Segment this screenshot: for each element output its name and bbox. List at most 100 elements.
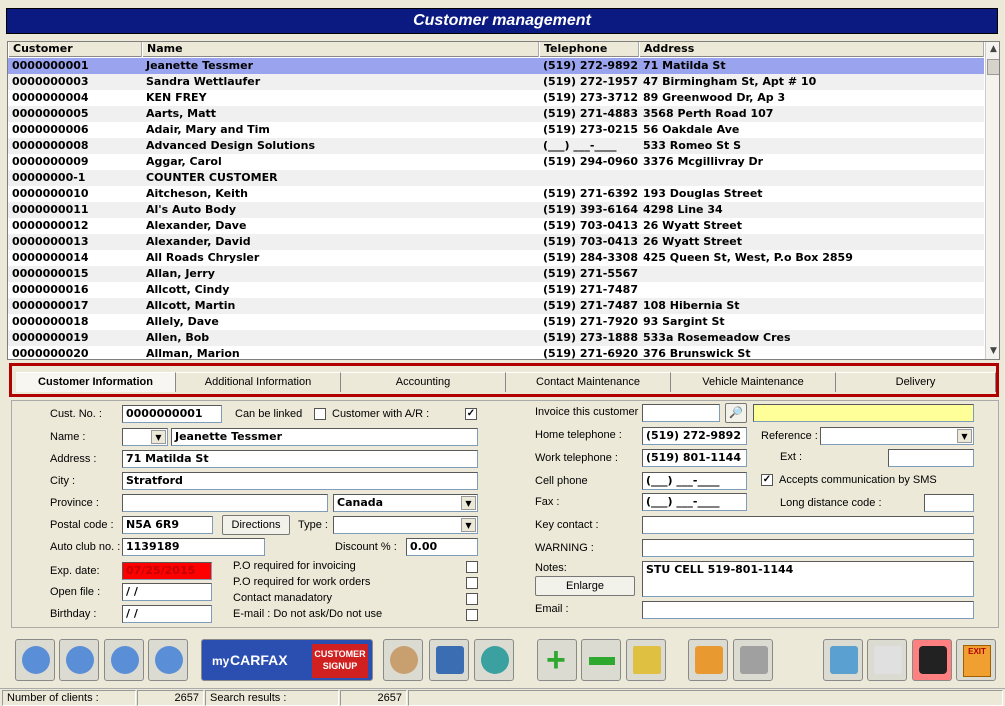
carfax-signup-button[interactable]: my CARFAX CUSTOMER SIGNUP [201,639,373,681]
warning-field[interactable] [642,539,974,557]
cust-no-field[interactable]: 0000000001 [122,405,222,423]
files-button[interactable] [688,639,728,681]
directions-button[interactable]: Directions [222,515,290,535]
chevron-down-icon[interactable]: ▼ [957,429,972,443]
previous-record-button[interactable] [148,639,188,681]
cell-name: Aggar, Carol [146,155,222,168]
col-header-telephone[interactable]: Telephone [539,42,639,57]
col-header-name[interactable]: Name [142,42,539,57]
briefcase-button[interactable] [912,639,952,681]
po-workorders-checkbox[interactable] [466,577,478,589]
table-row[interactable]: 0000000015 Allan, Jerry (519) 271-5567 [8,266,984,282]
open-file-field[interactable]: / / [122,583,212,601]
name-title-select[interactable]: ▼ [122,428,168,446]
ldc-field[interactable] [924,494,974,512]
delete-button[interactable] [581,639,621,681]
cell-name: Aarts, Matt [146,107,217,120]
table-row[interactable]: 0000000020 Allman, Marion (519) 271-6920 37… [8,346,984,359]
spellcheck-button[interactable] [867,639,907,681]
cell-name: KEN FREY [146,91,207,104]
table-row[interactable]: 00000000-1 COUNTER CUSTOMER [8,170,984,186]
ldc-label: Long distance code : [780,497,882,509]
table-row[interactable]: 0000000017 Allcott, Martin (519) 271-7487 1… [8,298,984,314]
table-row[interactable]: 0000000011 Al's Auto Body (519) 393-6164 42… [8,202,984,218]
add-button[interactable]: + [537,639,577,681]
autoclub-field[interactable]: 1139189 [122,538,265,556]
email-field[interactable] [642,601,974,619]
email-dnu-checkbox[interactable] [466,609,478,621]
province-field[interactable] [122,494,328,512]
scroll-thumb[interactable] [987,59,999,75]
chevron-down-icon[interactable]: ▼ [461,496,476,510]
table-row[interactable]: 0000000006 Adair, Mary and Tim (519) 273-0… [8,122,984,138]
grid-scrollbar[interactable]: ▲ ▼ [985,42,999,359]
can-be-linked-label: Can be linked [235,408,303,420]
save-button[interactable] [626,639,666,681]
table-row[interactable]: 0000000008 Advanced Design Solutions (___)… [8,138,984,154]
previous-page-button[interactable] [59,639,99,681]
table-row[interactable]: 0000000004 KEN FREY (519) 273-3712 89 Gree… [8,90,984,106]
country-select[interactable]: Canada ▼ [333,494,478,512]
discount-label: Discount % : [335,541,397,553]
tab-customer-information[interactable]: Customer Information [16,372,176,392]
enlarge-button[interactable]: Enlarge [535,576,635,596]
birthday-field[interactable]: / / [122,605,212,623]
open-file-label: Open file : [50,586,101,598]
table-row[interactable]: 0000000014 All Roads Chrysler (519) 284-33… [8,250,984,266]
chevron-down-icon[interactable]: ▼ [151,430,166,444]
tab-vehicle-maintenance[interactable]: Vehicle Maintenance [671,372,836,392]
cell-customer: 0000000017 [12,299,89,312]
table-row[interactable]: 0000000003 Sandra Wettlaufer (519) 272-195… [8,74,984,90]
city-field[interactable]: Stratford [122,472,478,490]
table-row[interactable]: 0000000018 Allely, Dave (519) 271-7920 93 S… [8,314,984,330]
home-tel-field[interactable]: (519) 272-9892 [642,427,747,445]
tab-delivery[interactable]: Delivery [836,372,996,392]
table-row[interactable]: 0000000005 Aarts, Matt (519) 271-4883 3568 … [8,106,984,122]
ar-checkbox[interactable]: ✓ [465,408,477,420]
contact-mandatory-checkbox[interactable] [466,593,478,605]
customer-grid[interactable]: Customer Name Telephone Address 00000000… [7,41,1000,360]
discount-field[interactable]: 0.00 [406,538,478,556]
scroll-down-icon[interactable]: ▼ [986,344,999,359]
scroll-up-icon[interactable]: ▲ [986,42,999,57]
table-row[interactable]: 0000000001 Jeanette Tessmer (519) 272-9892… [8,58,984,74]
table-row[interactable]: 0000000010 Aitcheson, Keith (519) 271-6392… [8,186,984,202]
table-row[interactable]: 0000000013 Alexander, David (519) 703-0413… [8,234,984,250]
po-invoicing-checkbox[interactable] [466,561,478,573]
key-contact-field[interactable] [642,516,974,534]
invoice-customer-field[interactable] [642,404,720,422]
address-field[interactable]: 71 Matilda St [122,450,478,468]
search-customer-icon[interactable]: 🔎 [725,403,747,423]
search-button[interactable] [383,639,423,681]
work-tel-field[interactable]: (519) 801-1144 [642,449,747,467]
chevron-down-icon[interactable]: ▼ [461,518,476,532]
first-record-button[interactable] [15,639,55,681]
postal-field[interactable]: N5A 6R9 [122,516,213,534]
name-field[interactable]: Jeanette Tessmer [171,428,478,446]
tab-contact-maintenance[interactable]: Contact Maintenance [506,372,671,392]
view-button[interactable] [474,639,514,681]
cell-field[interactable]: (___) ___-____ [642,472,747,490]
sms-checkbox[interactable]: ✓ [761,474,773,486]
ext-field[interactable] [888,449,974,467]
notes-field[interactable]: STU CELL 519-801-1144 [642,561,974,597]
table-row[interactable]: 0000000019 Allen, Bob (519) 273-1888 533a R… [8,330,984,346]
cell-telephone: (519) 272-9892 [543,59,638,72]
col-header-customer[interactable]: Customer [8,42,142,57]
type-select[interactable]: ▼ [333,516,478,534]
display-button[interactable] [429,639,469,681]
table-row[interactable]: 0000000009 Aggar, Carol (519) 294-0960 3376… [8,154,984,170]
reference-select[interactable]: ▼ [820,427,974,445]
mail-button[interactable] [823,639,863,681]
col-header-address[interactable]: Address [639,42,984,57]
tab-additional-information[interactable]: Additional Information [176,372,341,392]
tab-accounting[interactable]: Accounting [341,372,506,392]
can-be-linked-checkbox[interactable] [314,408,326,420]
table-row[interactable]: 0000000012 Alexander, Dave (519) 703-0413 2… [8,218,984,234]
table-row[interactable]: 0000000016 Allcott, Cindy (519) 271-7487 [8,282,984,298]
exp-date-field[interactable]: 07/25/2015 [122,562,212,580]
print-button[interactable] [733,639,773,681]
next-record-button[interactable] [104,639,144,681]
exit-button[interactable]: EXIT [956,639,996,681]
fax-field[interactable]: (___) ___-____ [642,493,747,511]
